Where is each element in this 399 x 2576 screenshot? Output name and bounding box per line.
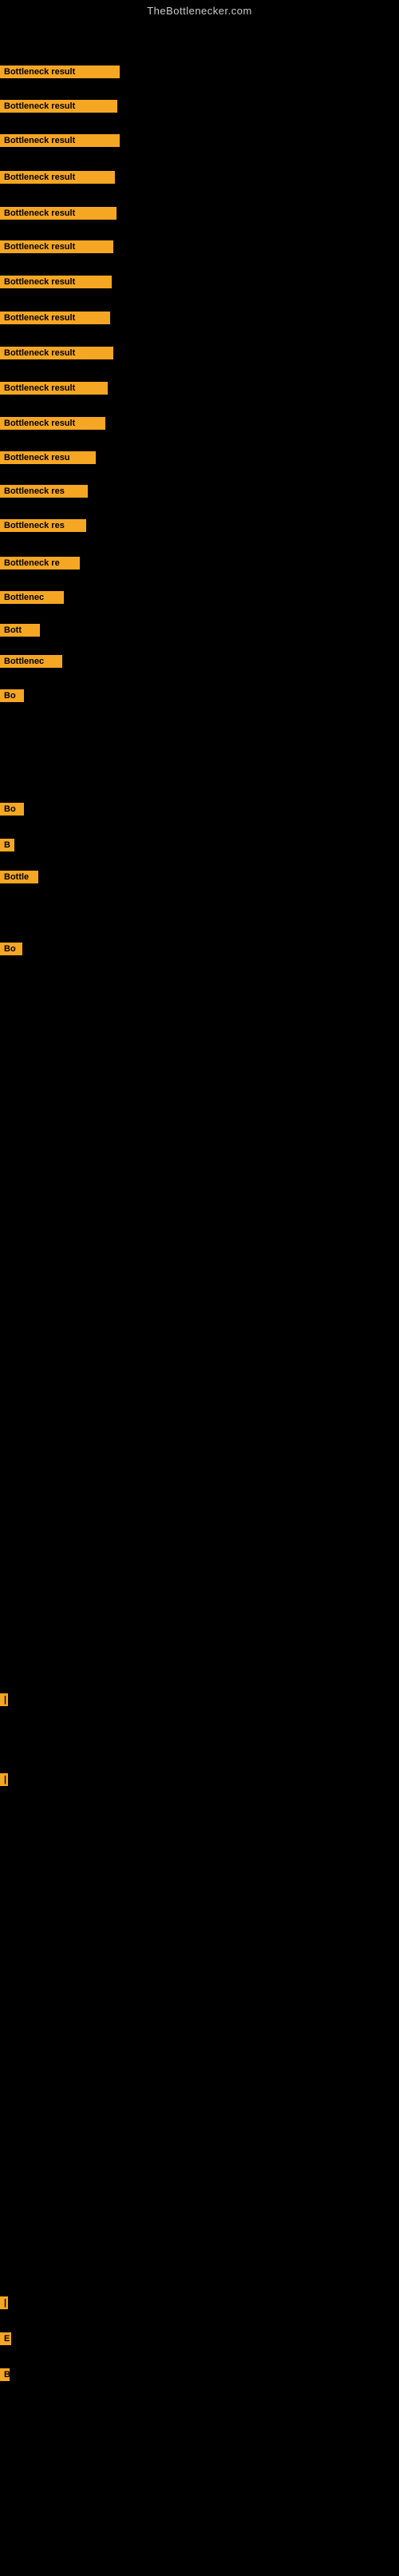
bottleneck-result-label: Bott [0, 624, 40, 637]
bottleneck-result-label: Bottleneck re [0, 557, 80, 570]
bottleneck-result-label: Bottleneck result [0, 134, 120, 147]
bottleneck-result-label: Bottleneck result [0, 312, 110, 324]
bottleneck-result-label: Bottleneck result [0, 207, 117, 220]
bottleneck-result-label: Bottle [0, 871, 38, 883]
bottleneck-result-label: Bottlenec [0, 655, 62, 668]
bottleneck-result-label: Bottleneck result [0, 171, 115, 184]
bottleneck-result-label: Bo [0, 943, 22, 955]
bottleneck-result-label: | [0, 1773, 8, 1786]
bottleneck-result-label: Bottlenec [0, 591, 64, 604]
bottleneck-result-label: | [0, 2296, 8, 2309]
bottleneck-result-label: Bottleneck result [0, 100, 117, 113]
site-title: TheBottlenecker.com [0, 0, 399, 20]
bottleneck-result-label: E [0, 2332, 11, 2345]
bottleneck-result-label: Bottleneck result [0, 417, 105, 430]
bottleneck-result-label: B [0, 2368, 10, 2381]
bottleneck-result-label: Bottleneck result [0, 382, 108, 395]
bottleneck-result-label: Bottleneck res [0, 519, 86, 532]
bottleneck-result-label: Bottleneck result [0, 276, 112, 288]
bottleneck-result-label: Bottleneck resu [0, 451, 96, 464]
bottleneck-result-label: B [0, 839, 14, 851]
bottleneck-result-label: | [0, 1693, 8, 1706]
bottleneck-result-label: Bo [0, 803, 24, 816]
bottleneck-result-label: Bottleneck result [0, 240, 113, 253]
bottleneck-result-label: Bottleneck res [0, 485, 88, 498]
bottleneck-result-label: Bottleneck result [0, 65, 120, 78]
bottleneck-result-label: Bottleneck result [0, 347, 113, 359]
bottleneck-result-label: Bo [0, 689, 24, 702]
